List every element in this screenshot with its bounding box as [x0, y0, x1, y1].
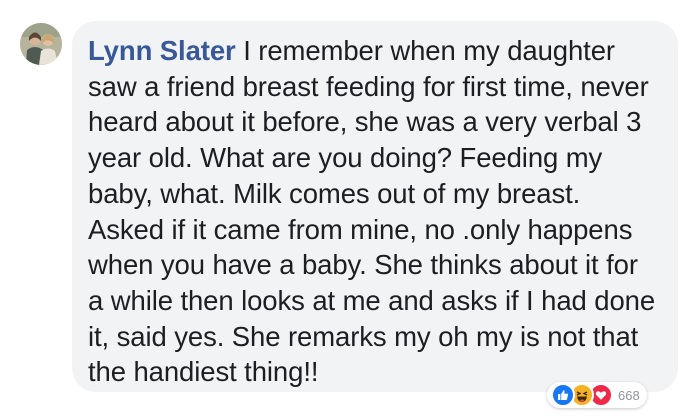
- comment-body: Lynn Slater I remember when my daughter …: [88, 33, 660, 390]
- avatar[interactable]: [20, 23, 62, 65]
- comment-author-link[interactable]: Lynn Slater: [88, 35, 236, 66]
- reaction-count: 668: [618, 387, 640, 403]
- reactions-summary[interactable]: 668: [547, 382, 647, 408]
- reaction-icons: [551, 383, 613, 407]
- profile-photo-icon: [20, 23, 62, 65]
- like-icon: [551, 383, 575, 407]
- comment-bubble: Lynn Slater I remember when my daughter …: [72, 21, 678, 392]
- comment-text: I remember when my daughter saw a friend…: [88, 35, 656, 388]
